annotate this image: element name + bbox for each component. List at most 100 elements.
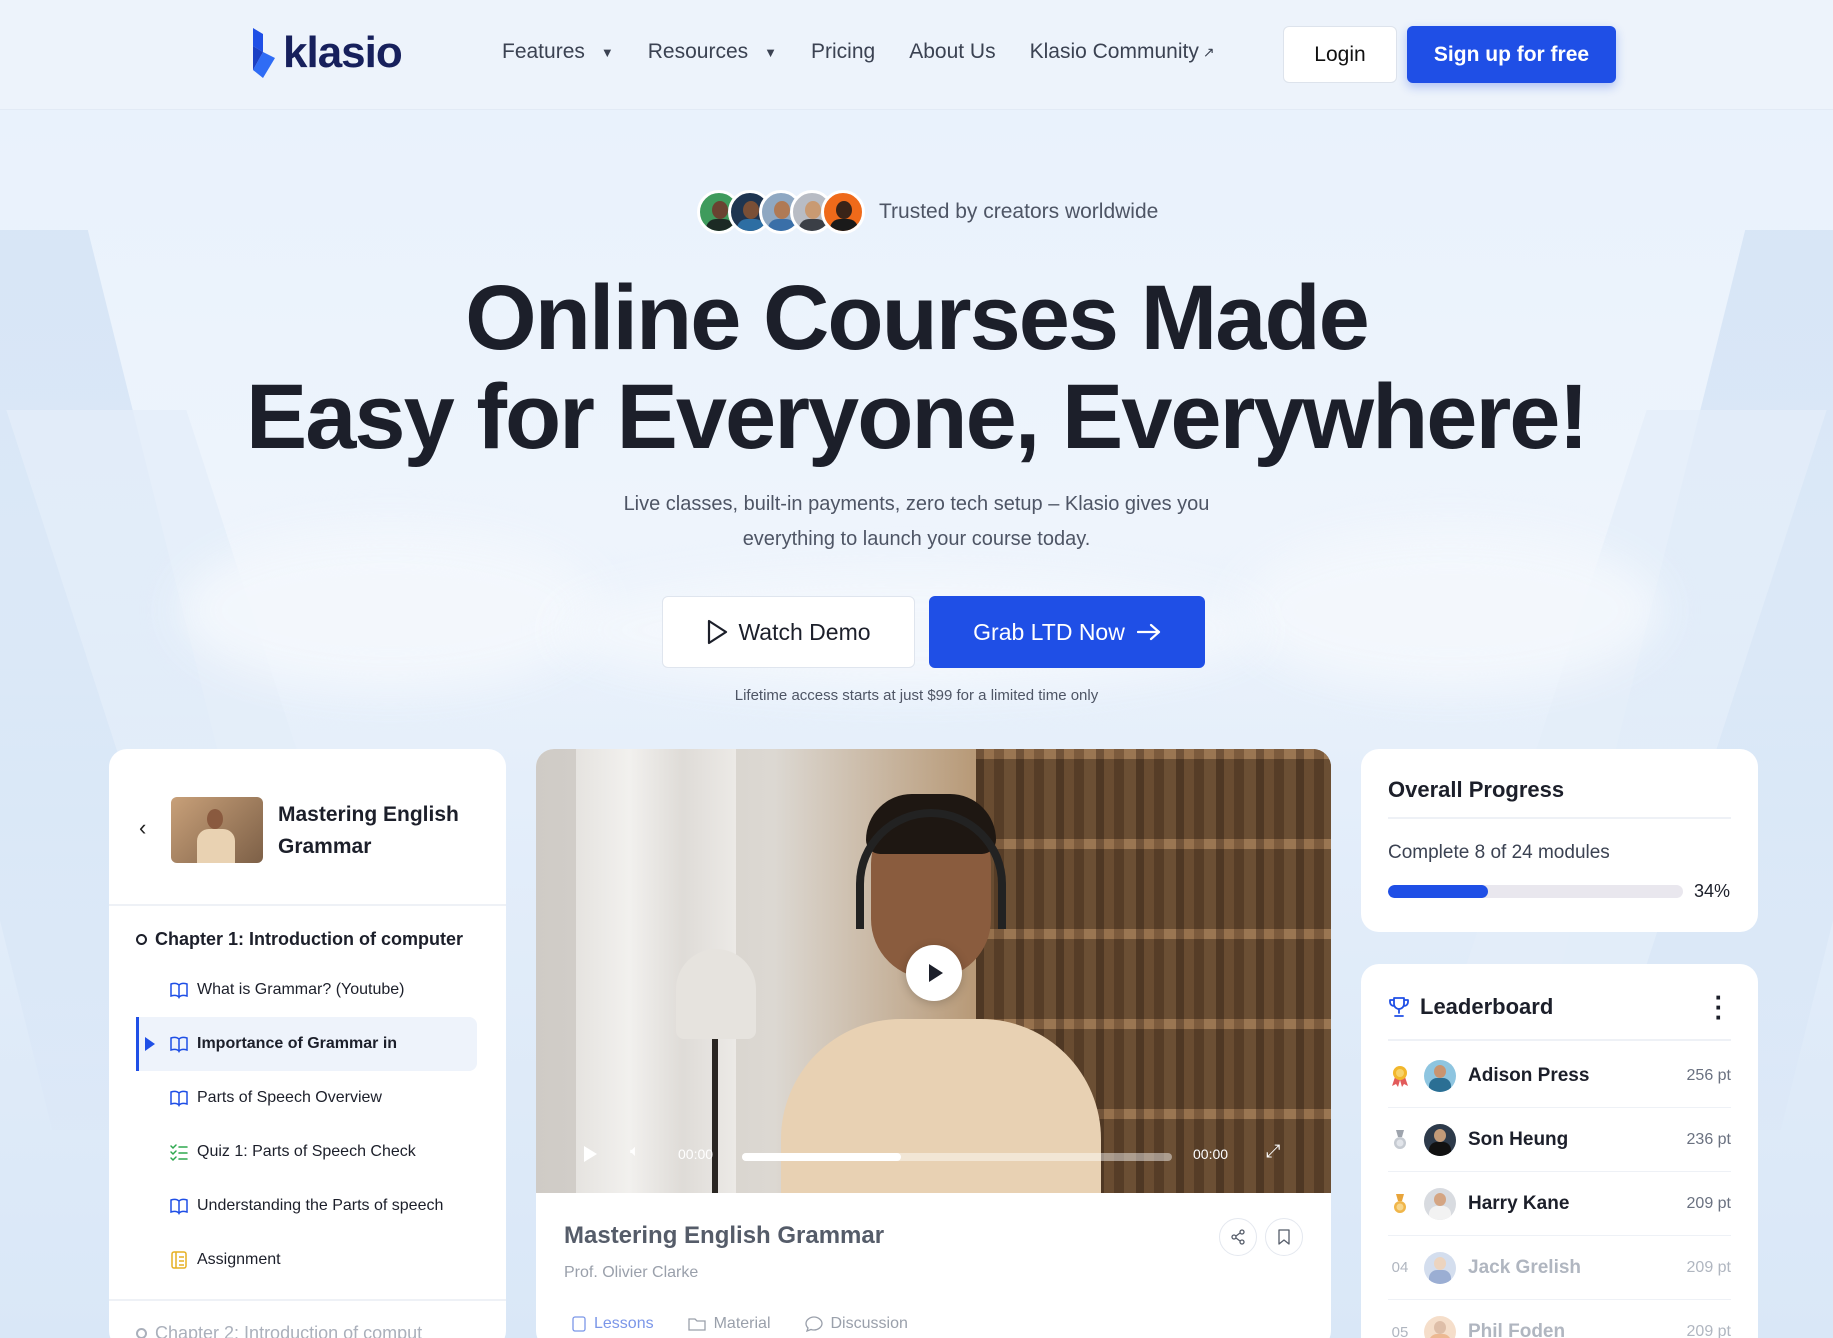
caret-down-icon: ▼ [764,44,778,60]
external-link-icon: ↗ [1202,43,1215,60]
tab-label: Lessons [594,1315,654,1332]
progress-label: Complete 8 of 24 modules [1388,842,1610,863]
lesson-item[interactable]: Understanding the Parts of speech [136,1179,477,1233]
progress-bar-fill [1388,885,1489,898]
hero-title-line2: Easy for Everyone, Everywhere! [245,366,1589,468]
leaderboard-row[interactable]: 05 Phil Foden 209 pt [1388,1300,1731,1338]
watch-demo-button[interactable]: Watch Demo [662,596,915,668]
course-sidebar-card: ‹ Mastering English Grammar Chapter 1: I… [109,749,506,1338]
volume-icon[interactable]: 🔈︎ [630,1143,640,1161]
lesson-item[interactable]: Quiz 1: Parts of Speech Check [136,1125,477,1179]
nav-resources[interactable]: Resources ▼ [648,40,777,64]
assignment-icon [171,1251,187,1269]
arrow-right-icon [1136,623,1160,641]
folder-icon [687,1318,706,1331]
leaderboard-row[interactable]: Son Heung 236 pt [1388,1108,1731,1172]
chapter-2[interactable]: Chapter 2: Introduction of comput [136,1323,422,1338]
video-controls: 🔈︎ 00:00 00:00 ⤢ [536,1119,1331,1193]
share-icon[interactable] [1219,1218,1257,1256]
tab-discussion[interactable]: Discussion [804,1315,908,1333]
gold-ribbon-icon [1388,1065,1412,1087]
player-name: Harry Kane [1468,1192,1570,1214]
leaderboard-header: Leaderboard [1388,994,1553,1020]
bronze-medal-icon [1388,1193,1412,1215]
course-thumbnail [171,797,263,863]
logo-mark-icon [253,28,275,78]
chevron-left-icon[interactable]: ‹ [139,815,146,841]
tab-lessons[interactable]: Lessons [572,1315,654,1333]
nav-features[interactable]: Features ▼ [502,40,614,64]
logo-text: klasio [283,28,403,77]
rank-number: 05 [1391,1323,1409,1338]
leaderboard-row[interactable]: 04 Jack Grelish 209 pt [1388,1236,1731,1300]
seek-bar[interactable] [742,1153,1172,1161]
leaderboard-title: Leaderboard [1420,994,1554,1019]
grab-ltd-label: Grab LTD Now [973,618,1125,645]
tab-material[interactable]: Material [687,1315,771,1333]
trusted-text: Trusted by creators worldwide [879,200,1159,223]
video-card: 🔈︎ 00:00 00:00 ⤢ Mastering English Gramm… [536,749,1331,1338]
hero-subtitle-line1: Live classes, built-in payments, zero te… [623,493,1210,515]
progress-percent: 34% [1694,881,1731,901]
video-tabs: Lessons Material Discussion [572,1315,908,1333]
creator-avatars [697,190,865,234]
lesson-item[interactable]: What is Grammar? (Youtube) [136,963,477,1017]
caret-down-icon: ▼ [600,44,614,60]
nav-label: Resources [647,40,749,63]
lesson-label: Importance of Grammar in [197,1035,398,1052]
chat-icon [804,1316,823,1332]
ltd-note: Lifetime access starts at just $99 for a… [734,687,1099,704]
video-author: Prof. Olivier Clarke [564,1264,699,1281]
lesson-item[interactable]: Parts of Speech Overview [136,1071,477,1125]
play-indicator-icon [145,1037,155,1051]
play-button[interactable] [906,945,962,1001]
checklist-icon [170,1144,188,1162]
player-name: Jack Grelish [1468,1256,1582,1278]
lesson-item[interactable]: Assignment [136,1233,477,1287]
player-points: 256 pt [1686,1066,1731,1084]
circle-icon [136,1328,147,1338]
divider [109,904,506,906]
chapter-1[interactable]: Chapter 1: Introduction of computer [136,929,463,950]
nav-about-us[interactable]: About Us [909,40,995,64]
nav-label: Klasio Community [1029,40,1199,63]
trophy-icon [1389,997,1409,1017]
player-points: 209 pt [1686,1258,1731,1276]
logo[interactable]: klasio [249,28,403,78]
video-player[interactable]: 🔈︎ 00:00 00:00 ⤢ [536,749,1331,1193]
player-name: Son Heung [1468,1128,1569,1150]
lesson-label: Quiz 1: Parts of Speech Check [197,1143,416,1160]
avatar [1424,1059,1456,1092]
lesson-label: What is Grammar? (Youtube) [197,981,405,998]
avatar [1424,1316,1456,1338]
leaderboard-row[interactable]: Harry Kane 209 pt [1388,1172,1731,1236]
chapter-label: Chapter 2: Introduction of comput [155,1323,423,1338]
leaderboard-row[interactable]: Adison Press 256 pt [1388,1044,1731,1108]
login-button[interactable]: Login [1283,26,1397,83]
progress-bar [1388,885,1683,898]
tab-label: Discussion [830,1315,908,1332]
lessons-icon [572,1316,586,1332]
divider [1388,1039,1731,1041]
signup-button[interactable]: Sign up for free [1407,26,1616,83]
fullscreen-icon[interactable]: ⤢ [1266,1141,1280,1162]
nav-label: Pricing [811,40,876,63]
nav-label: Features [502,40,585,63]
lesson-item-active[interactable]: Importance of Grammar in [136,1017,477,1071]
book-open-icon [170,1090,188,1107]
play-icon[interactable] [584,1146,597,1162]
more-vertical-icon[interactable]: · · · [1714,984,1724,1030]
grab-ltd-button[interactable]: Grab LTD Now [929,596,1205,668]
circle-icon [136,934,147,945]
video-scene [676,949,756,1039]
rank-number: 04 [1391,1259,1409,1276]
player-name: Adison Press [1468,1064,1590,1086]
nav-pricing[interactable]: Pricing [811,40,875,64]
progress-title: Overall Progress [1388,777,1565,802]
player-points: 209 pt [1686,1194,1731,1212]
nav-klasio-community[interactable]: Klasio Community ↗ [1030,40,1215,64]
play-outline-icon [708,619,728,645]
bookmark-icon[interactable] [1265,1218,1303,1256]
trusted-badge: Trusted by creators worldwide [697,190,1158,234]
divider [109,1299,506,1301]
